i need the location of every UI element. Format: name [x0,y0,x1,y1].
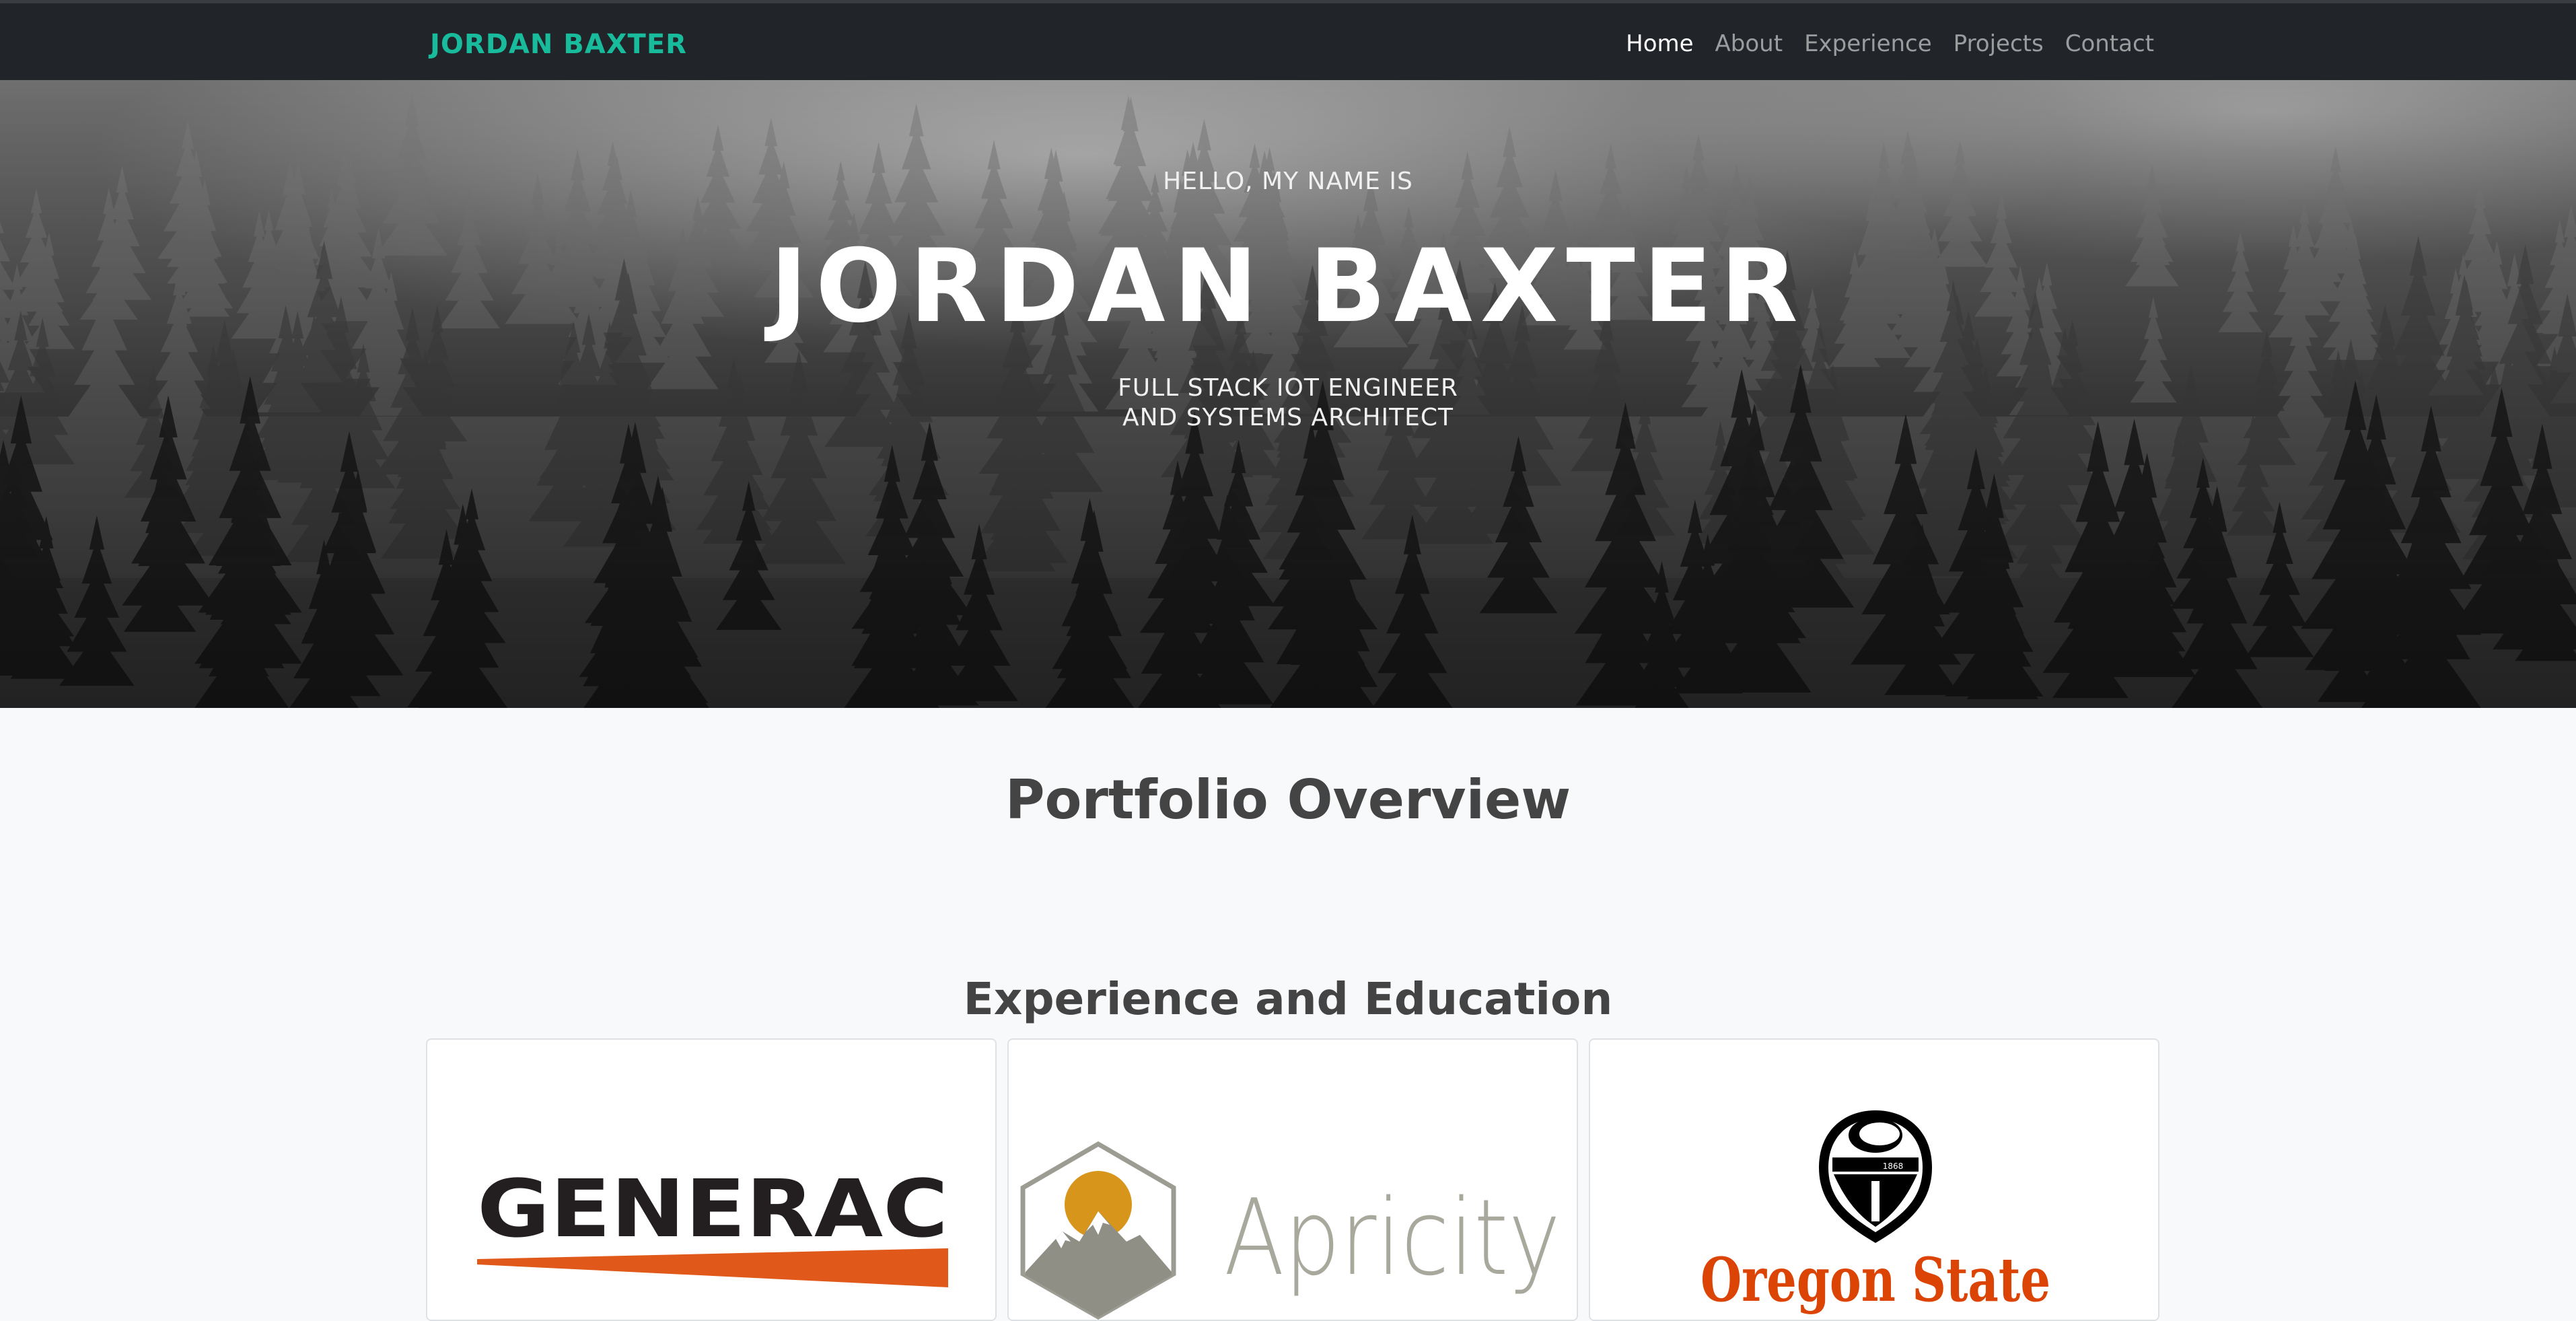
apricity-logo-text: Apricity [1224,1176,1561,1299]
oregon-state-logo-text: Oregon State [1701,1244,2050,1316]
navbar: JORDAN BAXTER Home About Experience Proj… [0,0,2576,80]
portfolio-overview-title: Portfolio Overview [1005,769,1571,831]
nav-link-contact[interactable]: Contact [2065,30,2154,57]
nav-links: Home About Experience Projects Contact [1626,30,2154,57]
nav-link-projects[interactable]: Projects [1954,30,2044,57]
hero-role-line-2: AND SYSTEMS ARCHITECT [1122,404,1454,431]
generac-logo-text: GENERAC [477,1162,948,1255]
apricity-mountain-icon [1020,1141,1176,1320]
seal-year: 1868 [1883,1162,1904,1171]
experience-card-generac[interactable]: GENERAC [426,1038,997,1321]
apricity-logo: Apricity [1020,1141,1561,1320]
oregon-state-seal-icon: 1868 [1819,1110,1932,1243]
hero-role-line-1: FULL STACK IOT ENGINEER [1118,374,1458,402]
nav-link-about[interactable]: About [1715,30,1783,57]
hero-role: FULL STACK IOT ENGINEER AND SYSTEMS ARCH… [0,373,2576,433]
education-card-oregon-state[interactable]: 1868 Oregon State [1589,1038,2159,1321]
experience-card-apricity[interactable]: Apricity [1007,1038,1578,1321]
hero-greeting: HELLO, MY NAME IS [1163,168,1413,195]
oregon-state-logo: 1868 Oregon State [1701,1110,2050,1316]
experience-education-title: Experience and Education [963,973,1613,1025]
brand-logo-link[interactable]: JORDAN BAXTER [430,29,687,60]
generac-logo: GENERAC [477,1162,948,1287]
hero-name: JORDAN BAXTER [770,228,1806,345]
nav-link-experience[interactable]: Experience [1804,30,1932,57]
nav-link-home[interactable]: Home [1626,30,1693,57]
hero-banner: HELLO, MY NAME IS JORDAN BAXTER FULL STA… [0,80,2576,708]
